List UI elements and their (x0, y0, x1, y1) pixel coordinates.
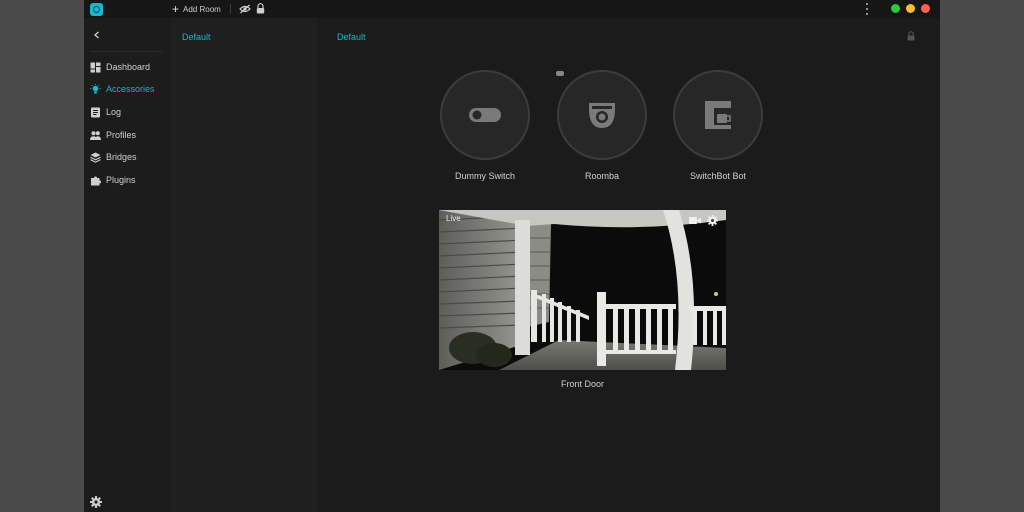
rooms-panel: Default (170, 18, 318, 512)
sidebar-item-log[interactable]: Log (90, 104, 121, 120)
sidebar-item-label: Dashboard (106, 62, 151, 72)
top-bar: + Add Room (84, 0, 940, 18)
add-room-button[interactable]: + Add Room (172, 2, 221, 16)
layers-icon (90, 152, 101, 163)
users-icon (90, 130, 101, 140)
lightbulb-icon (90, 83, 101, 94)
sidebar-item-label: Accessories (106, 84, 155, 94)
accessory-button[interactable] (557, 70, 647, 160)
sidebar-item-label: Plugins (106, 175, 136, 185)
accessory-tile-dummy-switch[interactable]: Dummy Switch (438, 70, 532, 181)
lock-icon[interactable] (256, 3, 265, 14)
accessory-tile-switchbot-bot[interactable]: SwitchBot Bot (671, 70, 765, 181)
sidebar-item-accessories[interactable]: Accessories (90, 81, 155, 97)
room-view: Default Dummy Switch Roomba SwitchBot Bo… (322, 18, 940, 512)
dashboard-icon (90, 62, 101, 72)
sidebar-item-bridges[interactable]: Bridges (90, 149, 137, 165)
window-minimize-button[interactable] (906, 4, 915, 13)
app-window: + Add Room Dashboard Accessories Log Pro… (84, 0, 940, 512)
room-item-default[interactable]: Default (182, 32, 211, 42)
switch-icon (469, 108, 501, 122)
plus-icon: + (172, 2, 180, 16)
sidebar: Dashboard Accessories Log Profiles Bridg… (84, 18, 168, 512)
sidebar-divider (90, 51, 162, 52)
settings-gear-icon[interactable] (90, 496, 102, 508)
accessory-tile-roomba[interactable]: Roomba (555, 70, 649, 181)
sidebar-item-label: Bridges (106, 152, 137, 162)
settings-gear-icon[interactable] (707, 215, 718, 226)
video-camera-icon[interactable] (689, 216, 701, 225)
more-menu-icon[interactable] (865, 3, 869, 15)
sidebar-item-plugins[interactable]: Plugins (90, 172, 136, 188)
sidebar-item-profiles[interactable]: Profiles (90, 127, 136, 143)
accessory-button[interactable] (440, 70, 530, 160)
puzzle-icon (91, 176, 101, 185)
window-maximize-button[interactable] (891, 4, 900, 13)
accessory-label: SwitchBot Bot (689, 171, 747, 181)
accessory-label: Roomba (584, 171, 620, 181)
accessory-label: Dummy Switch (454, 171, 515, 181)
room-title: Default (337, 32, 366, 42)
add-room-label: Add Room (183, 4, 221, 14)
chevron-left-icon[interactable] (92, 30, 102, 40)
coffee-machine-icon (705, 101, 731, 129)
accessory-button[interactable] (673, 70, 763, 160)
camera-snapshot (439, 210, 726, 370)
camera-label: Front Door (560, 379, 604, 389)
eye-off-icon[interactable] (239, 4, 251, 14)
robot-vacuum-icon (589, 103, 615, 128)
sidebar-item-label: Profiles (106, 130, 137, 140)
toolbar-divider (230, 4, 231, 14)
camera-tile-front-door[interactable]: Live (439, 210, 726, 370)
lock-icon[interactable] (907, 31, 915, 41)
window-close-button[interactable] (921, 4, 930, 13)
app-logo (90, 3, 103, 16)
sidebar-item-dashboard[interactable]: Dashboard (90, 59, 150, 75)
sidebar-item-label: Log (106, 107, 122, 117)
log-icon (91, 107, 100, 117)
live-indicator: Live (446, 214, 461, 223)
